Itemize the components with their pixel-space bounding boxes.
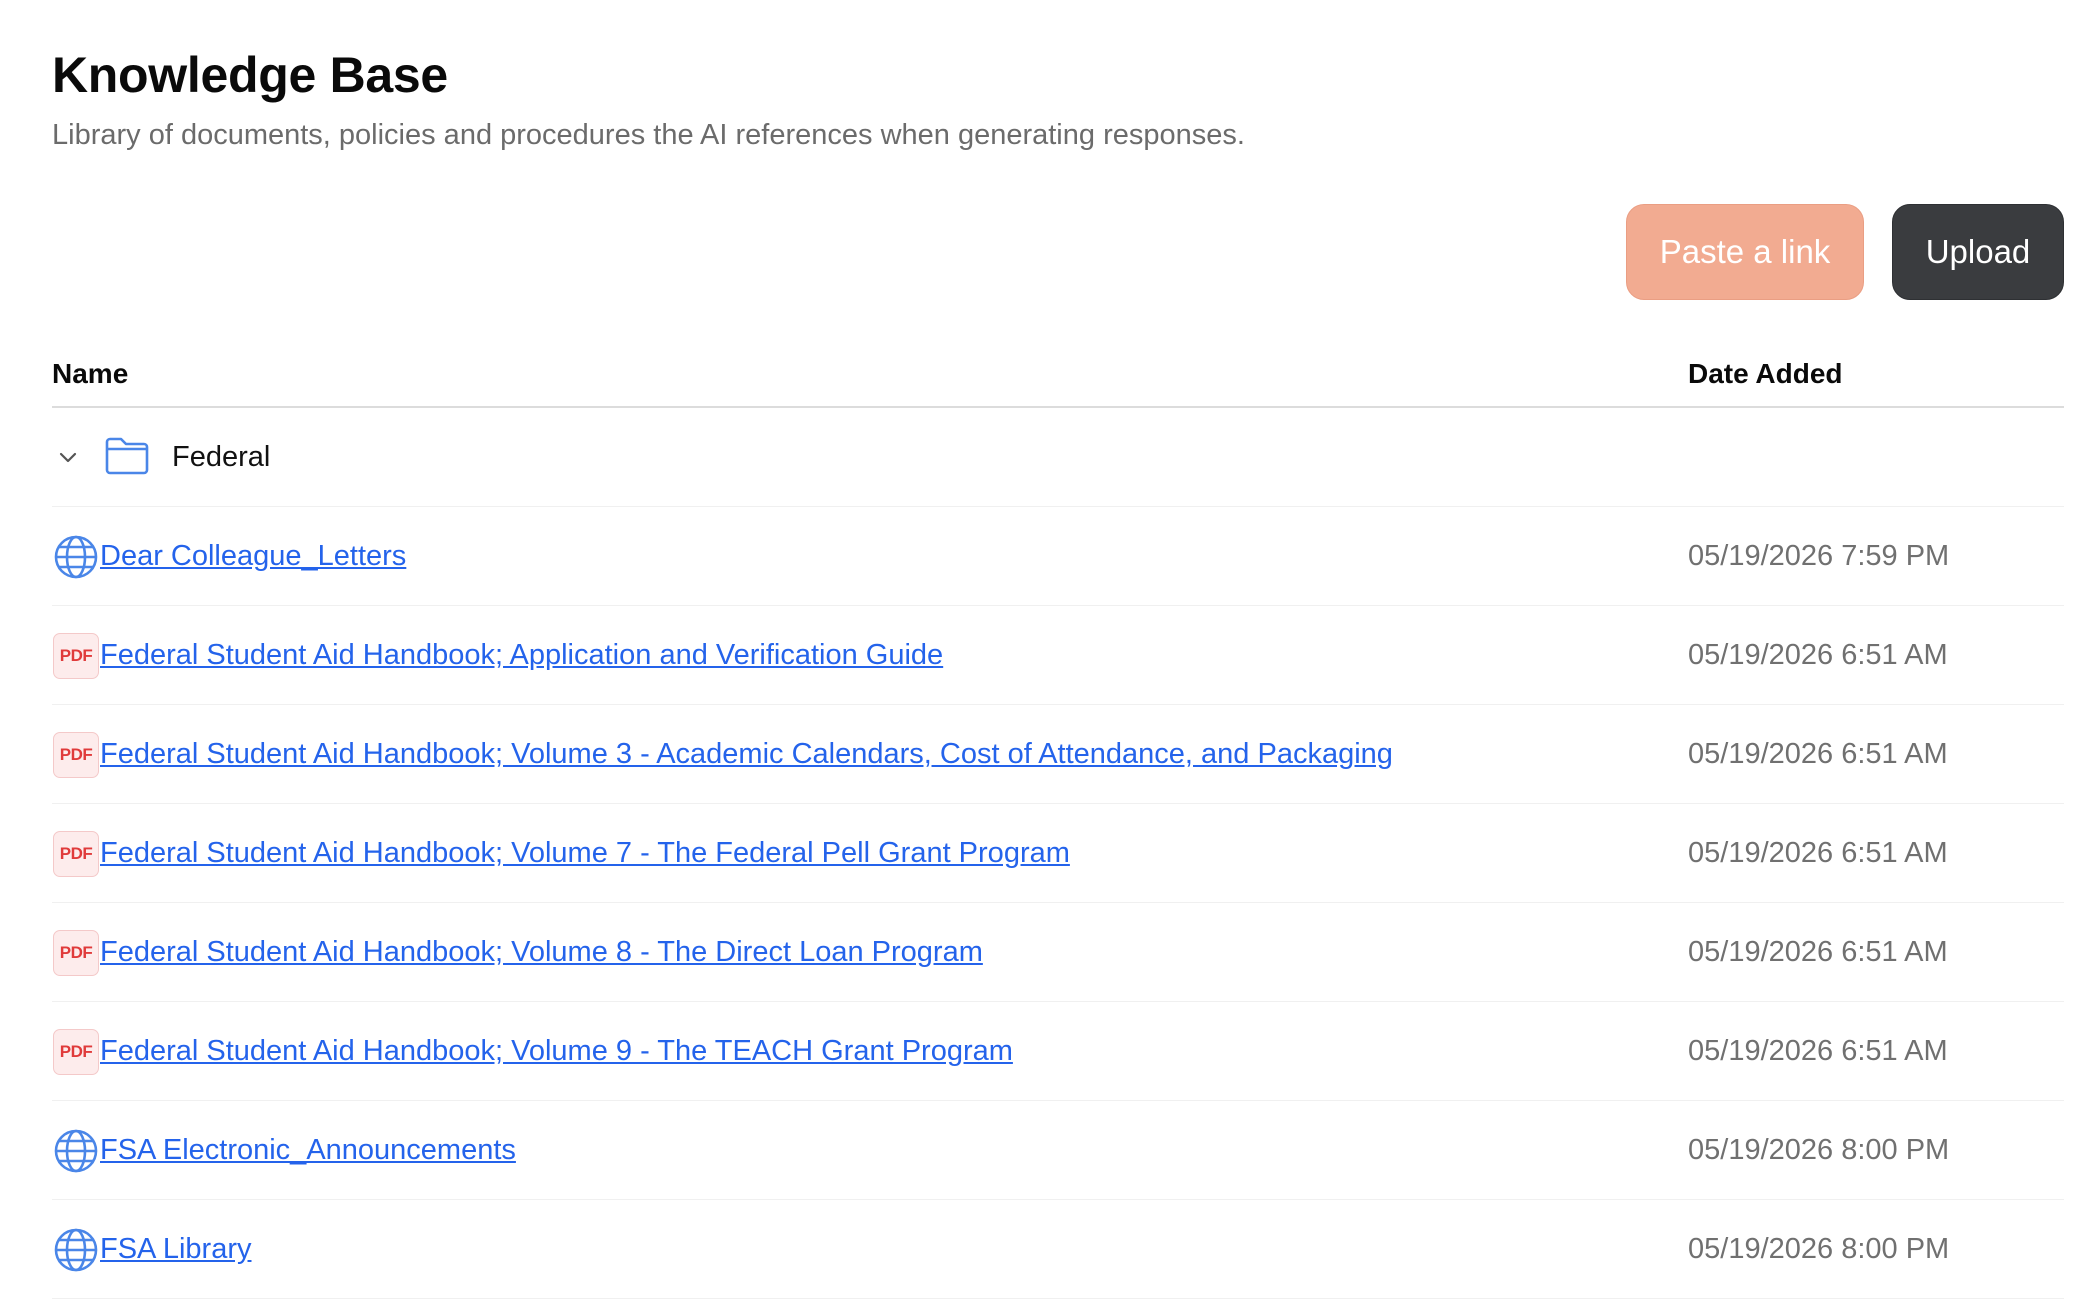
- globe-icon: [52, 1127, 100, 1175]
- column-header-name[interactable]: Name: [52, 356, 128, 392]
- document-link[interactable]: Dear Colleague_Letters: [100, 538, 406, 574]
- column-header-date-added[interactable]: Date Added: [1688, 356, 1843, 392]
- document-link[interactable]: Federal Student Aid Handbook; Volume 3 -…: [100, 736, 1393, 772]
- document-link[interactable]: Federal Student Aid Handbook; Volume 7 -…: [100, 835, 1070, 871]
- table-row[interactable]: PDF Federal Student Aid Handbook; Volume …: [52, 705, 2064, 804]
- table-row[interactable]: PDF Federal Student Aid Handbook; Volume …: [52, 1002, 2064, 1101]
- document-link[interactable]: FSA Electronic_Announcements: [100, 1132, 516, 1168]
- page-title: Knowledge Base: [52, 47, 448, 103]
- pdf-badge-label: PDF: [53, 1029, 99, 1075]
- paste-link-button[interactable]: Paste a link: [1626, 204, 1864, 300]
- date-added: 05/19/2026 6:51 AM: [1688, 639, 1948, 671]
- pdf-badge-label: PDF: [53, 831, 99, 877]
- table-header: Name Date Added: [52, 340, 2064, 408]
- date-added: 05/19/2026 6:51 AM: [1688, 1035, 1948, 1067]
- table-row[interactable]: FSA Library 05/19/2026 8:00 PM: [52, 1200, 2064, 1299]
- table-row[interactable]: PDF Federal Student Aid Handbook; Volume …: [52, 804, 2064, 903]
- date-added: 05/19/2026 7:59 PM: [1688, 540, 1950, 572]
- globe-icon: [52, 533, 100, 581]
- folder-name[interactable]: Federal: [172, 439, 270, 475]
- document-link[interactable]: FSA Library: [100, 1231, 252, 1267]
- document-rows: Dear Colleague_Letters 05/19/2026 7:59 PM…: [52, 507, 2064, 1299]
- documents-table: Name Date Added Federal Dear Colleague_L…: [52, 340, 2064, 1299]
- date-added: 05/19/2026 6:51 AM: [1688, 738, 1948, 770]
- table-row[interactable]: FSA Electronic_Announcements 05/19/2026 8…: [52, 1101, 2064, 1200]
- knowledge-base-page: Knowledge Base Library of documents, pol…: [0, 0, 2100, 1299]
- table-row[interactable]: Dear Colleague_Letters 05/19/2026 7:59 PM: [52, 507, 2064, 606]
- pdf-icon: PDF: [52, 929, 100, 977]
- pdf-badge-label: PDF: [53, 633, 99, 679]
- chevron-down-icon[interactable]: [52, 441, 84, 473]
- date-added: 05/19/2026 6:51 AM: [1688, 837, 1948, 869]
- upload-button[interactable]: Upload: [1892, 204, 2064, 300]
- folder-icon: [104, 436, 150, 476]
- date-added: 05/19/2026 8:00 PM: [1688, 1134, 1950, 1166]
- document-link[interactable]: Federal Student Aid Handbook; Volume 8 -…: [100, 934, 983, 970]
- folder-row[interactable]: Federal: [52, 408, 2064, 507]
- pdf-icon: PDF: [52, 632, 100, 680]
- pdf-icon: PDF: [52, 731, 100, 779]
- page-subtitle: Library of documents, policies and proce…: [52, 119, 1245, 151]
- date-added: 05/19/2026 6:51 AM: [1688, 936, 1948, 968]
- globe-icon: [52, 1226, 100, 1274]
- pdf-badge-label: PDF: [53, 732, 99, 778]
- pdf-icon: PDF: [52, 830, 100, 878]
- pdf-icon: PDF: [52, 1028, 100, 1076]
- document-link[interactable]: Federal Student Aid Handbook; Applicatio…: [100, 637, 943, 673]
- table-row[interactable]: PDF Federal Student Aid Handbook; Applica…: [52, 606, 2064, 705]
- table-row[interactable]: PDF Federal Student Aid Handbook; Volume …: [52, 903, 2064, 1002]
- document-link[interactable]: Federal Student Aid Handbook; Volume 9 -…: [100, 1033, 1013, 1069]
- date-added: 05/19/2026 8:00 PM: [1688, 1233, 1950, 1265]
- pdf-badge-label: PDF: [53, 930, 99, 976]
